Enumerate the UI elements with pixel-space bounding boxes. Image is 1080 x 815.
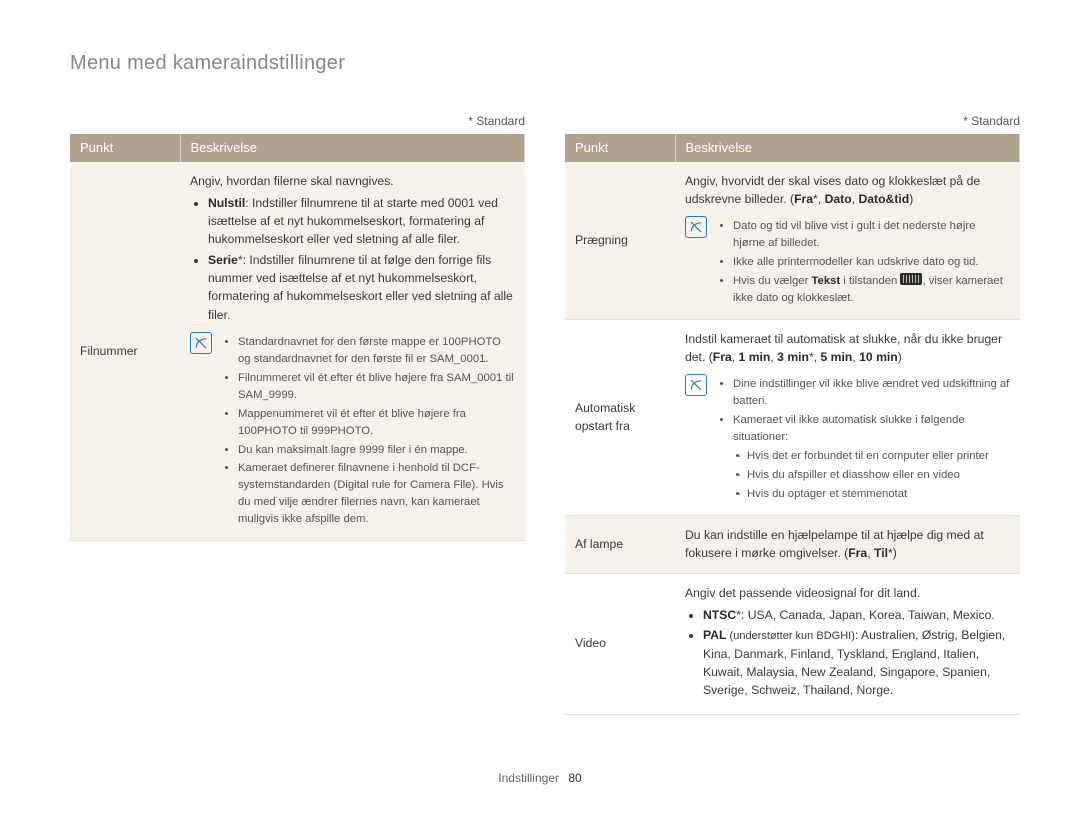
info-icon [685, 374, 707, 505]
settings-table-right: Punkt Beskrivelse Prægning Angiv, hvorvi… [565, 134, 1020, 715]
tip-item: Du kan maksimalt lagre 9999 filer i én m… [238, 442, 515, 459]
row-label: Filnummer [70, 162, 180, 541]
col-header-desc: Beskrivelse [675, 134, 1020, 162]
tip-item: Standardnavnet for den første mappe er 1… [238, 334, 515, 368]
row-label: Automatisk opstart fra [565, 319, 675, 515]
col-header-desc: Beskrivelse [180, 134, 525, 162]
list-item: Nulstil: Indstiller filnumrene til at st… [208, 194, 515, 249]
list-item: NTSC*: USA, Canada, Japan, Korea, Taiwan… [703, 606, 1010, 624]
page: Menu med kameraindstillinger * Standard … [0, 0, 1080, 815]
tip-list: Standardnavnet for den første mappe er 1… [222, 332, 515, 530]
info-icon [685, 216, 707, 309]
default-note: * Standard [565, 112, 1020, 130]
left-column: * Standard Punkt Beskrivelse Filnummer A… [70, 112, 525, 715]
tip-list: Dine indstillinger vil ikke blive ændret… [717, 374, 1010, 505]
option-name: Serie [208, 253, 238, 267]
dash-item: Hvis det er forbundet til en computer el… [749, 448, 1010, 465]
page-title: Menu med kameraindstillinger [70, 48, 1020, 78]
tip-item: Ikke alle printermodeller kan udskrive d… [733, 254, 1010, 271]
tip-item: Mappenummeret vil ét efter ét blive høje… [238, 406, 515, 440]
tip-item: Kameraet vil ikke automatisk slukke i fø… [733, 412, 1010, 503]
columns: * Standard Punkt Beskrivelse Filnummer A… [70, 112, 1020, 715]
default-note: * Standard [70, 112, 525, 130]
tip-block: Dato og tid vil blive vist i gult i det … [685, 216, 1010, 309]
tip-item: Filnummeret vil ét efter ét blive højere… [238, 370, 515, 404]
desc-intro: Angiv det passende videosignal for dit l… [685, 584, 1010, 602]
info-icon [190, 332, 212, 530]
row-desc: Angiv det passende videosignal for dit l… [675, 573, 1020, 714]
row-desc: Angiv, hvorvidt der skal vises dato og k… [675, 162, 1020, 320]
option-name: Nulstil [208, 196, 245, 210]
desc-intro: Indstil kameraet til automatisk at slukk… [685, 330, 1010, 367]
tip-item: Hvis du vælger Tekst i tilstanden , vise… [733, 273, 1010, 307]
settings-table-left: Punkt Beskrivelse Filnummer Angiv, hvord… [70, 134, 525, 541]
desc-intro: Angiv, hvorvidt der skal vises dato og k… [685, 172, 1010, 209]
list-item: PAL (understøtter kun BDGHI): Australien… [703, 626, 1010, 699]
right-column: * Standard Punkt Beskrivelse Prægning An… [565, 112, 1020, 715]
mode-icon [900, 273, 922, 285]
footer-section: Indstillinger [498, 771, 559, 785]
row-desc: Indstil kameraet til automatisk at slukk… [675, 319, 1020, 515]
dash-list: Hvis det er forbundet til en computer el… [733, 448, 1010, 503]
row-label: Af lampe [565, 515, 675, 573]
tip-block: Dine indstillinger vil ikke blive ændret… [685, 374, 1010, 505]
page-footer: Indstillinger 80 [0, 769, 1080, 787]
col-header-item: Punkt [565, 134, 675, 162]
table-row: Filnummer Angiv, hvordan filerne skal na… [70, 162, 525, 541]
table-row: Prægning Angiv, hvorvidt der skal vises … [565, 162, 1020, 320]
table-row: Af lampe Du kan indstille en hjælpelampe… [565, 515, 1020, 573]
dash-item: Hvis du optager et stemmenotat [749, 486, 1010, 503]
row-label: Prægning [565, 162, 675, 320]
desc-intro: Angiv, hvordan filerne skal navngives. [190, 172, 515, 190]
tip-list: Dato og tid vil blive vist i gult i det … [717, 216, 1010, 309]
tip-item: Dine indstillinger vil ikke blive ændret… [733, 376, 1010, 410]
row-desc: Angiv, hvordan filerne skal navngives. N… [180, 162, 525, 541]
option-list: Nulstil: Indstiller filnumrene til at st… [190, 194, 515, 324]
option-list: NTSC*: USA, Canada, Japan, Korea, Taiwan… [685, 606, 1010, 700]
row-label: Video [565, 573, 675, 714]
list-item: Serie*: Indstiller filnumrene til at føl… [208, 251, 515, 324]
tip-block: Standardnavnet for den første mappe er 1… [190, 332, 515, 530]
dash-item: Hvis du afspiller et diasshow eller en v… [749, 467, 1010, 484]
table-row: Automatisk opstart fra Indstil kameraet … [565, 319, 1020, 515]
tip-item: Kameraet definerer filnavnene i henhold … [238, 460, 515, 528]
row-desc: Du kan indstille en hjælpelampe til at h… [675, 515, 1020, 573]
tip-item: Dato og tid vil blive vist i gult i det … [733, 218, 1010, 252]
page-number: 80 [568, 771, 581, 785]
col-header-item: Punkt [70, 134, 180, 162]
table-row: Video Angiv det passende videosignal for… [565, 573, 1020, 714]
